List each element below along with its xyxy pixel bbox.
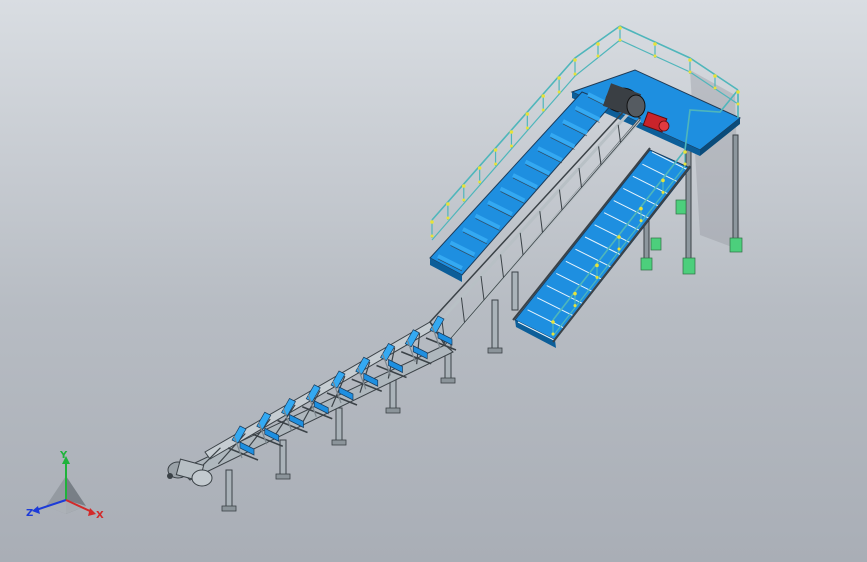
rail-post xyxy=(713,74,717,90)
triad-y-label: Y xyxy=(59,450,68,461)
triad-x-label: X xyxy=(96,510,104,521)
truss-brace xyxy=(578,167,582,188)
rail-post xyxy=(461,184,466,202)
rail-post xyxy=(509,130,514,148)
rail-post xyxy=(477,166,482,184)
rail-post xyxy=(736,90,740,106)
truss-brace xyxy=(617,124,621,143)
rail-post xyxy=(557,76,561,94)
truss-brace xyxy=(598,146,602,166)
view-orientation-triad[interactable]: Y Z X xyxy=(26,446,106,526)
triad-z-label: Z xyxy=(26,508,33,519)
rail-post xyxy=(573,58,577,76)
rail-post xyxy=(430,220,434,238)
truss-brace xyxy=(539,211,543,233)
truss-brace xyxy=(460,297,465,323)
rail-post xyxy=(653,42,657,58)
truss-brace xyxy=(500,254,504,278)
truss-brace xyxy=(480,275,485,301)
rail-post xyxy=(541,94,546,112)
rail-post xyxy=(688,58,692,74)
truss-brace xyxy=(558,189,563,211)
truss-brace xyxy=(519,232,524,256)
rail-post xyxy=(618,26,622,42)
triad-x-arrow-icon xyxy=(88,508,96,516)
conveyor-assembly-model[interactable] xyxy=(0,0,867,562)
rail-post xyxy=(525,112,530,130)
rail-post xyxy=(596,42,600,58)
rail-post xyxy=(446,202,450,220)
rail-post xyxy=(493,148,498,166)
cad-graphics-viewport[interactable]: Y Z X xyxy=(0,0,867,562)
